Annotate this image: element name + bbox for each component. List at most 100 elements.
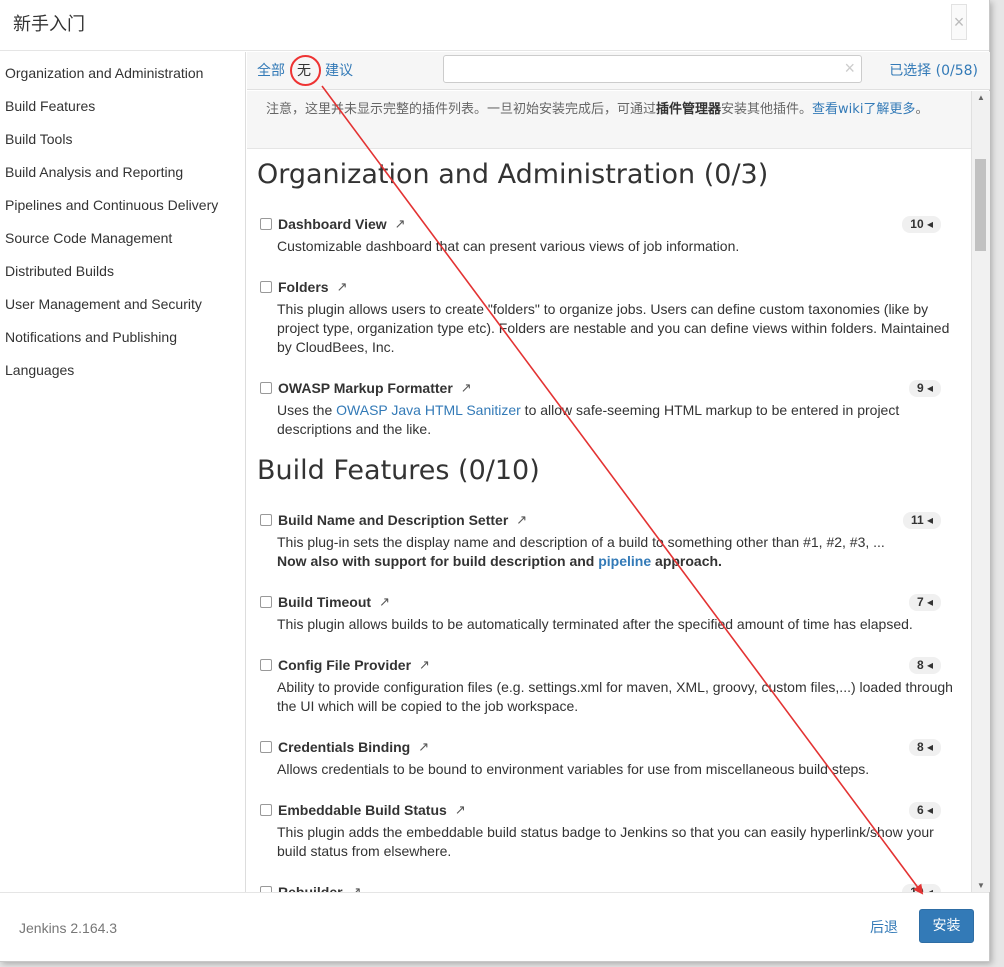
clear-search-icon[interactable]: × (844, 58, 855, 79)
category-sidebar: Organization and Administration Build Fe… (0, 52, 246, 892)
caret-left-icon: ◂ (926, 381, 933, 395)
caret-left-icon: ◂ (926, 595, 933, 609)
plugin-name: Rebuilder (278, 884, 343, 892)
plugin-description: This plugin adds the embeddable build st… (277, 824, 934, 859)
dependencies-badge[interactable]: 10 ◂ (902, 884, 941, 892)
plugin-checkbox[interactable] (260, 741, 272, 753)
dependency-count: 10 (910, 217, 924, 231)
plugin-checkbox[interactable] (260, 382, 272, 394)
owasp-sanitizer-link[interactable]: OWASP Java HTML Sanitizer (336, 402, 521, 418)
dependencies-badge[interactable]: 11 ◂ (902, 512, 941, 529)
plugin-name: OWASP Markup Formatter (278, 380, 453, 396)
external-link-icon[interactable]: ↗ (419, 657, 430, 673)
caret-left-icon: ◂ (926, 658, 933, 672)
select-all-link[interactable]: 全部 (257, 60, 285, 80)
close-button[interactable]: × (951, 4, 967, 40)
dependency-count: 7 (916, 595, 924, 609)
dependency-count: 9 (916, 381, 924, 395)
dependency-count: 8 (916, 658, 924, 672)
dialog-title: 新手入门 (13, 14, 85, 35)
sidebar-item-pipelines[interactable]: Pipelines and Continuous Delivery (0, 184, 245, 217)
notice-text: 注意，这里并未显示完整的插件列表。一旦初始安装完成后，可通过 (266, 102, 657, 117)
scroll-up-icon[interactable]: ▲ (977, 93, 985, 102)
plugin-checkbox[interactable] (260, 659, 272, 671)
wiki-link[interactable]: 查看wiki了解更多 (812, 102, 915, 117)
plugin-item-owasp-markup-formatter: OWASP Markup Formatter ↗ 9 ◂ Uses the OWA… (260, 375, 971, 455)
plugin-search-input[interactable]: × (443, 55, 862, 83)
scrollbar-thumb[interactable] (975, 159, 986, 251)
sidebar-item-distributed-builds[interactable]: Distributed Builds (0, 250, 245, 283)
external-link-icon[interactable]: ↗ (395, 216, 406, 232)
plugin-checkbox[interactable] (260, 514, 272, 526)
plugin-name: Build Timeout (278, 594, 372, 610)
plugin-checkbox[interactable] (260, 804, 272, 816)
dependencies-badge[interactable]: 7 ◂ (908, 594, 941, 611)
external-link-icon[interactable]: ↗ (516, 512, 527, 528)
sidebar-item-build-features[interactable]: Build Features (0, 85, 245, 118)
plugin-description: Ability to provide configuration files (… (277, 679, 953, 714)
external-link-icon[interactable]: ↗ (461, 380, 472, 396)
plugin-item-rebuilder: Rebuilder ↗ 10 ◂ (260, 879, 971, 892)
sidebar-item-languages[interactable]: Languages (0, 349, 245, 382)
dependencies-badge[interactable]: 6 ◂ (908, 802, 941, 819)
plugin-checkbox[interactable] (260, 218, 272, 230)
plugin-name: Credentials Binding (278, 739, 411, 755)
category-heading: Build Features (0/10) (257, 455, 540, 486)
dialog-footer: Jenkins 2.164.3 后退 安装 (0, 892, 989, 962)
selection-toolbar: 全部 无 建议 × 已选择 (0/58) (247, 52, 990, 90)
select-suggested-link[interactable]: 建议 (325, 60, 353, 80)
description-bold-text: Now also with support for build descript… (277, 553, 599, 569)
scroll-down-icon[interactable]: ▼ (977, 881, 985, 890)
dependency-count: 11 (910, 513, 924, 527)
plugin-description: Uses the OWASP Java HTML Sanitizer to al… (260, 401, 971, 439)
external-link-icon[interactable]: ↗ (418, 739, 429, 755)
dependency-count: 8 (916, 740, 924, 754)
sidebar-item-notifications[interactable]: Notifications and Publishing (0, 316, 245, 349)
sidebar-item-user-management[interactable]: User Management and Security (0, 283, 245, 316)
dependency-count: 6 (916, 803, 924, 817)
install-button[interactable]: 安装 (919, 909, 974, 943)
plugin-checkbox[interactable] (260, 281, 272, 293)
dependencies-badge[interactable]: 8 ◂ (908, 657, 941, 674)
dependencies-badge[interactable]: 9 ◂ (908, 380, 941, 397)
selected-count-link[interactable]: 已选择 (0/58) (889, 60, 978, 80)
caret-left-icon: ◂ (926, 885, 933, 892)
notice-end: 。 (915, 102, 929, 117)
back-button[interactable]: 后退 (870, 917, 898, 937)
pipeline-link[interactable]: pipeline (598, 553, 651, 569)
plugin-item-credentials-binding: Credentials Binding ↗ 8 ◂ Allows credenti… (260, 734, 971, 797)
plugin-list[interactable]: Organization and Administration (0/3) Da… (247, 149, 971, 892)
category-heading: Organization and Administration (0/3) (257, 159, 769, 190)
sidebar-item-build-analysis[interactable]: Build Analysis and Reporting (0, 151, 245, 184)
plugin-description: Allows credentials to be bound to enviro… (277, 761, 870, 777)
plugin-item-config-file-provider: Config File Provider ↗ 8 ◂ Ability to pro… (260, 652, 971, 734)
select-none-link[interactable]: 无 (297, 60, 311, 80)
notice-text-after: 安装其他插件。 (721, 102, 813, 117)
external-link-icon[interactable]: ↗ (379, 594, 390, 610)
plugin-description: This plugin allows users to create "fold… (277, 301, 950, 355)
plugin-name: Dashboard View (278, 216, 387, 232)
sidebar-item-build-tools[interactable]: Build Tools (0, 118, 245, 151)
plugin-description: This plug-in sets the display name and d… (260, 533, 971, 571)
plugin-item-build-name-setter: Build Name and Description Setter ↗ 11 ◂ … (260, 507, 971, 589)
plugin-list-scrollbar[interactable]: ▲ ▼ (971, 91, 990, 892)
plugin-name: Embeddable Build Status (278, 802, 447, 818)
plugin-selection-panel: 全部 无 建议 × 已选择 (0/58) 注意，这里并未显示完整的插件列表。一旦… (247, 52, 990, 892)
external-link-icon[interactable]: ↗ (337, 279, 348, 295)
caret-left-icon: ◂ (926, 803, 933, 817)
sidebar-item-organization-administration[interactable]: Organization and Administration (0, 52, 245, 85)
external-link-icon[interactable]: ↗ (351, 884, 362, 892)
sidebar-item-source-code[interactable]: Source Code Management (0, 217, 245, 250)
plugin-checkbox[interactable] (260, 596, 272, 608)
plugin-item-folders: Folders ↗ This plugin allows users to cre… (260, 274, 971, 375)
dialog-header: 新手入门 × (0, 0, 989, 51)
dependencies-badge[interactable]: 8 ◂ (908, 739, 941, 756)
dependencies-badge[interactable]: 10 ◂ (902, 216, 941, 233)
plugin-list-notice: 注意，这里并未显示完整的插件列表。一旦初始安装完成后，可通过插件管理器安装其他插… (247, 91, 971, 149)
plugin-name: Config File Provider (278, 657, 412, 673)
description-text: This plug-in sets the display name and d… (277, 534, 885, 550)
external-link-icon[interactable]: ↗ (455, 802, 466, 818)
dependency-count: 10 (910, 885, 924, 892)
setup-wizard-dialog: 新手入门 × Organization and Administration B… (0, 0, 990, 962)
plugin-item-build-timeout: Build Timeout ↗ 7 ◂ This plugin allows bu… (260, 589, 971, 652)
